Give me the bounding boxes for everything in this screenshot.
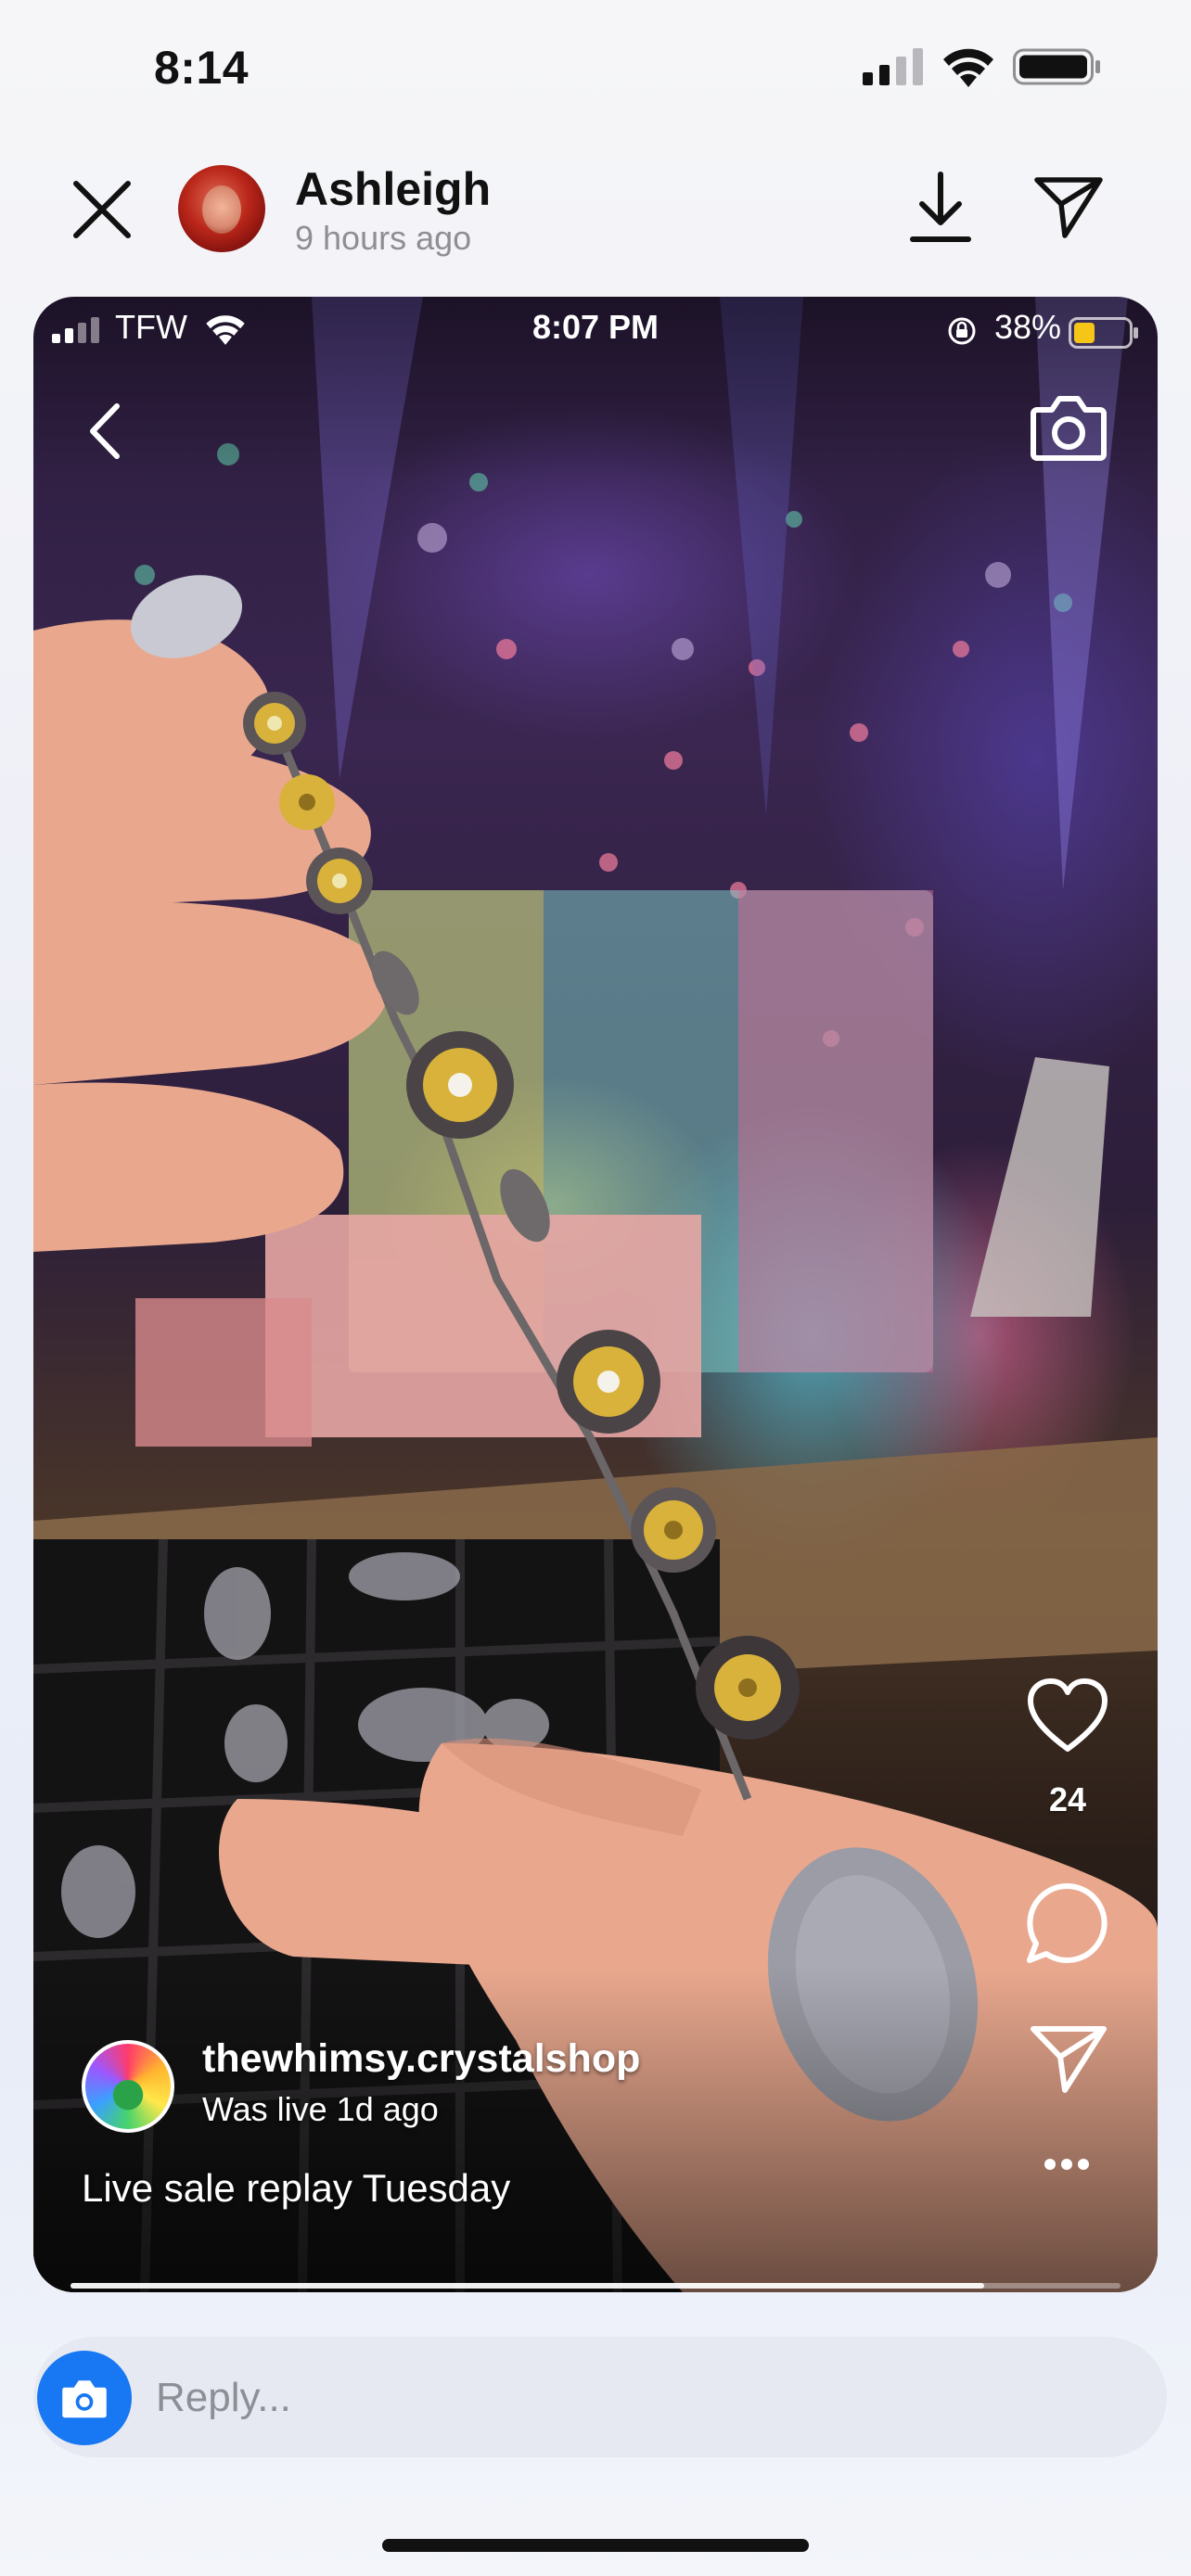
chevron-left-icon <box>90 403 120 459</box>
send-button[interactable] <box>1030 2023 1108 2094</box>
story-author-name[interactable]: Ashleigh <box>295 162 491 216</box>
more-dots-icon <box>1044 2159 1089 2170</box>
wifi-icon <box>943 48 993 87</box>
camera-icon <box>62 2380 107 2418</box>
account-avatar[interactable] <box>82 2040 174 2133</box>
close-button[interactable] <box>69 176 135 243</box>
story-back-button[interactable] <box>82 399 128 464</box>
avatar[interactable] <box>178 165 265 252</box>
home-indicator[interactable] <box>382 2539 809 2552</box>
story-photo <box>33 297 1158 2292</box>
download-icon <box>910 172 971 242</box>
share-button[interactable] <box>1033 174 1104 239</box>
live-status: Was live 1d ago <box>202 2090 439 2128</box>
more-options-button[interactable] <box>1030 2146 1104 2183</box>
story-progress-fill <box>70 2283 984 2289</box>
inner-rotation-lock-icon <box>948 317 976 345</box>
inner-battery-percent: 38% <box>993 308 1061 346</box>
paper-plane-icon <box>1031 2026 1107 2093</box>
battery-icon <box>1013 48 1100 85</box>
reply-camera-button[interactable] <box>37 2351 132 2445</box>
account-name[interactable]: thewhimsy.crystalshop <box>202 2036 640 2082</box>
reply-input[interactable] <box>156 2366 1046 2429</box>
inner-status-bar: TFW 8:07 PM 38% <box>33 302 1158 358</box>
story-progress-track <box>70 2283 1121 2289</box>
story-media[interactable]: TFW 8:07 PM 38% 24 thewhimsy.crystalshop… <box>33 297 1158 2292</box>
status-time: 8:14 <box>154 42 250 94</box>
close-icon <box>73 181 131 238</box>
like-count: 24 <box>1048 1780 1087 1818</box>
camera-icon <box>1031 396 1107 461</box>
like-button[interactable] <box>1026 1677 1109 1754</box>
paper-plane-icon <box>1034 177 1103 238</box>
status-icons <box>863 46 1102 87</box>
cellular-signal-icon <box>863 48 923 85</box>
inner-battery-icon <box>1069 317 1138 349</box>
story-camera-button[interactable] <box>1030 389 1108 464</box>
story-caption: Live sale replay Tuesday <box>82 2166 511 2210</box>
heart-icon <box>1028 1678 1108 1752</box>
comment-button[interactable] <box>1024 1881 1109 1966</box>
comment-icon <box>1027 1882 1108 1963</box>
story-timestamp: 9 hours ago <box>295 219 472 257</box>
download-button[interactable] <box>907 169 974 247</box>
inner-time: 8:07 PM <box>531 308 660 346</box>
